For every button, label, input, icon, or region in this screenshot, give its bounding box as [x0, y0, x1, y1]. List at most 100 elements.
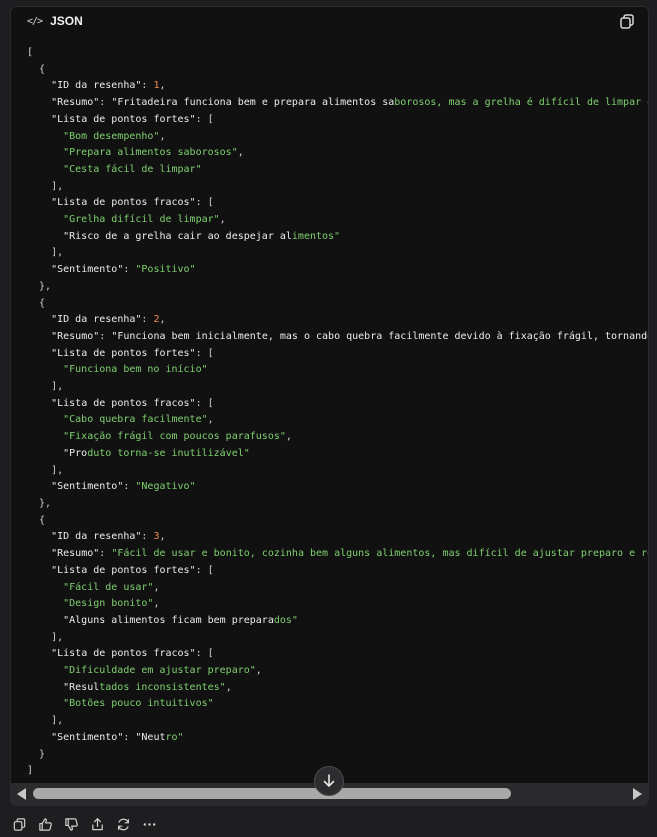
- code-token: "Positivo": [135, 264, 196, 276]
- code-token: "Grelha difícil de limpar": [63, 214, 220, 226]
- code-token: "Funciona bem no início": [63, 364, 208, 376]
- code-token: "Alguns alimentos ficam bem prepara: [63, 614, 274, 626]
- share-icon: [91, 817, 103, 830]
- code-line: ],: [27, 381, 63, 392]
- code-token: },: [27, 280, 52, 292]
- code-token: "Lista de pontos fracos": [51, 397, 196, 409]
- code-block-header: </> JSON: [11, 7, 648, 35]
- code-line: }: [27, 749, 45, 760]
- code-line: "Fácil de usar",: [27, 582, 159, 593]
- more-options-button[interactable]: [138, 813, 160, 835]
- code-line: "Grelha difícil de limpar",: [27, 214, 226, 225]
- code-token: ]: [27, 765, 34, 777]
- code-token: : [: [195, 347, 214, 359]
- code-token: imentos": [291, 230, 341, 242]
- code-line: [: [27, 47, 33, 58]
- code-line: "Sentimento": "Negativo": [27, 481, 196, 492]
- code-token: {: [27, 514, 46, 526]
- scroll-right-arrow-icon[interactable]: [633, 788, 642, 800]
- code-line: ],: [27, 715, 63, 726]
- code-content: [ { "ID da resenha": 1, "Resumo": "Frita…: [11, 35, 648, 781]
- code-token: :: [99, 548, 112, 560]
- code-block: </> JSON [ { "ID da resenha": 1, "Resumo…: [10, 6, 649, 806]
- code-token: "Cabo quebra facilmente": [63, 414, 208, 426]
- code-line: "Resumo": "Fritadeira funciona bem e pre…: [27, 97, 648, 108]
- code-token: ],: [27, 247, 64, 259]
- code-token: "Resul: [63, 681, 100, 693]
- code-token: dos": [273, 614, 298, 626]
- code-token: },: [27, 497, 52, 509]
- code-token: "Sentimento": [51, 264, 124, 276]
- code-token: :: [123, 481, 136, 493]
- code-token: ,: [153, 581, 160, 593]
- code-token: "Sentimento": [51, 731, 124, 743]
- code-token: : [: [195, 113, 214, 125]
- code-token: ,: [159, 80, 166, 92]
- code-token: "Lista de pontos fracos": [51, 648, 196, 660]
- code-token: ],: [27, 180, 64, 192]
- code-line: "Dificuldade em ajustar preparo",: [27, 665, 262, 676]
- code-token: "Resumo": [51, 330, 100, 342]
- code-token: :: [123, 731, 136, 743]
- code-line: ]: [27, 765, 33, 776]
- code-line: {: [27, 515, 45, 526]
- code-token: "Resumo": [51, 97, 100, 109]
- copy-icon[interactable]: [618, 12, 636, 30]
- share-button[interactable]: [86, 813, 108, 835]
- code-line: {: [27, 298, 45, 309]
- thumbs-up-button[interactable]: [34, 813, 56, 835]
- code-token: :: [141, 80, 154, 92]
- scrollbar-thumb[interactable]: [33, 788, 511, 799]
- code-token: : [: [195, 648, 214, 660]
- code-token: {: [27, 297, 46, 309]
- thumbs-down-button[interactable]: [60, 813, 82, 835]
- code-token: :: [141, 531, 154, 543]
- code-token: "Lista de pontos fortes": [51, 113, 196, 125]
- regenerate-button[interactable]: [112, 813, 134, 835]
- code-token: duto torna-se inutilizável": [87, 447, 250, 459]
- code-token: ,: [237, 147, 244, 159]
- code-token: :: [99, 97, 112, 109]
- code-token: ,: [285, 431, 292, 443]
- code-line: "Lista de pontos fracos": [: [27, 398, 214, 409]
- code-token: }: [27, 748, 46, 760]
- code-line: "Lista de pontos fortes": [: [27, 114, 214, 125]
- code-line: "Lista de pontos fracos": [: [27, 648, 214, 659]
- code-token: borosos, mas a grelha é difícil de limpa…: [394, 97, 648, 109]
- code-line: ],: [27, 632, 63, 643]
- code-token: "ID da resenha": [51, 80, 142, 92]
- code-token: ,: [159, 314, 166, 326]
- thumbs-down-icon: [64, 817, 78, 831]
- code-token: ro": [165, 731, 184, 743]
- code-token: "Lista de pontos fortes": [51, 347, 196, 359]
- code-token: "Fácil de usar e bonito, cozinha bem alg…: [111, 548, 648, 560]
- scroll-to-bottom-button[interactable]: [314, 766, 344, 796]
- copy-message-button[interactable]: [8, 813, 30, 835]
- code-icon: </>: [27, 15, 43, 27]
- code-line: "ID da resenha": 1,: [27, 80, 166, 92]
- code-token: "Cesta fácil de limpar": [63, 163, 202, 175]
- code-token: ,: [159, 130, 166, 142]
- code-line: "Funciona bem no início": [27, 364, 208, 375]
- code-line: },: [27, 498, 51, 509]
- code-line: "Cabo quebra facilmente",: [27, 414, 214, 425]
- scroll-left-arrow-icon[interactable]: [17, 788, 26, 800]
- code-line: "Resumo": "Fácil de usar e bonito, cozin…: [27, 548, 648, 559]
- code-token: :: [99, 330, 112, 342]
- code-token: "Pro: [63, 447, 88, 459]
- code-token: ,: [207, 414, 214, 426]
- code-token: "Lista de pontos fortes": [51, 564, 196, 576]
- code-token: "Design bonito": [63, 598, 154, 610]
